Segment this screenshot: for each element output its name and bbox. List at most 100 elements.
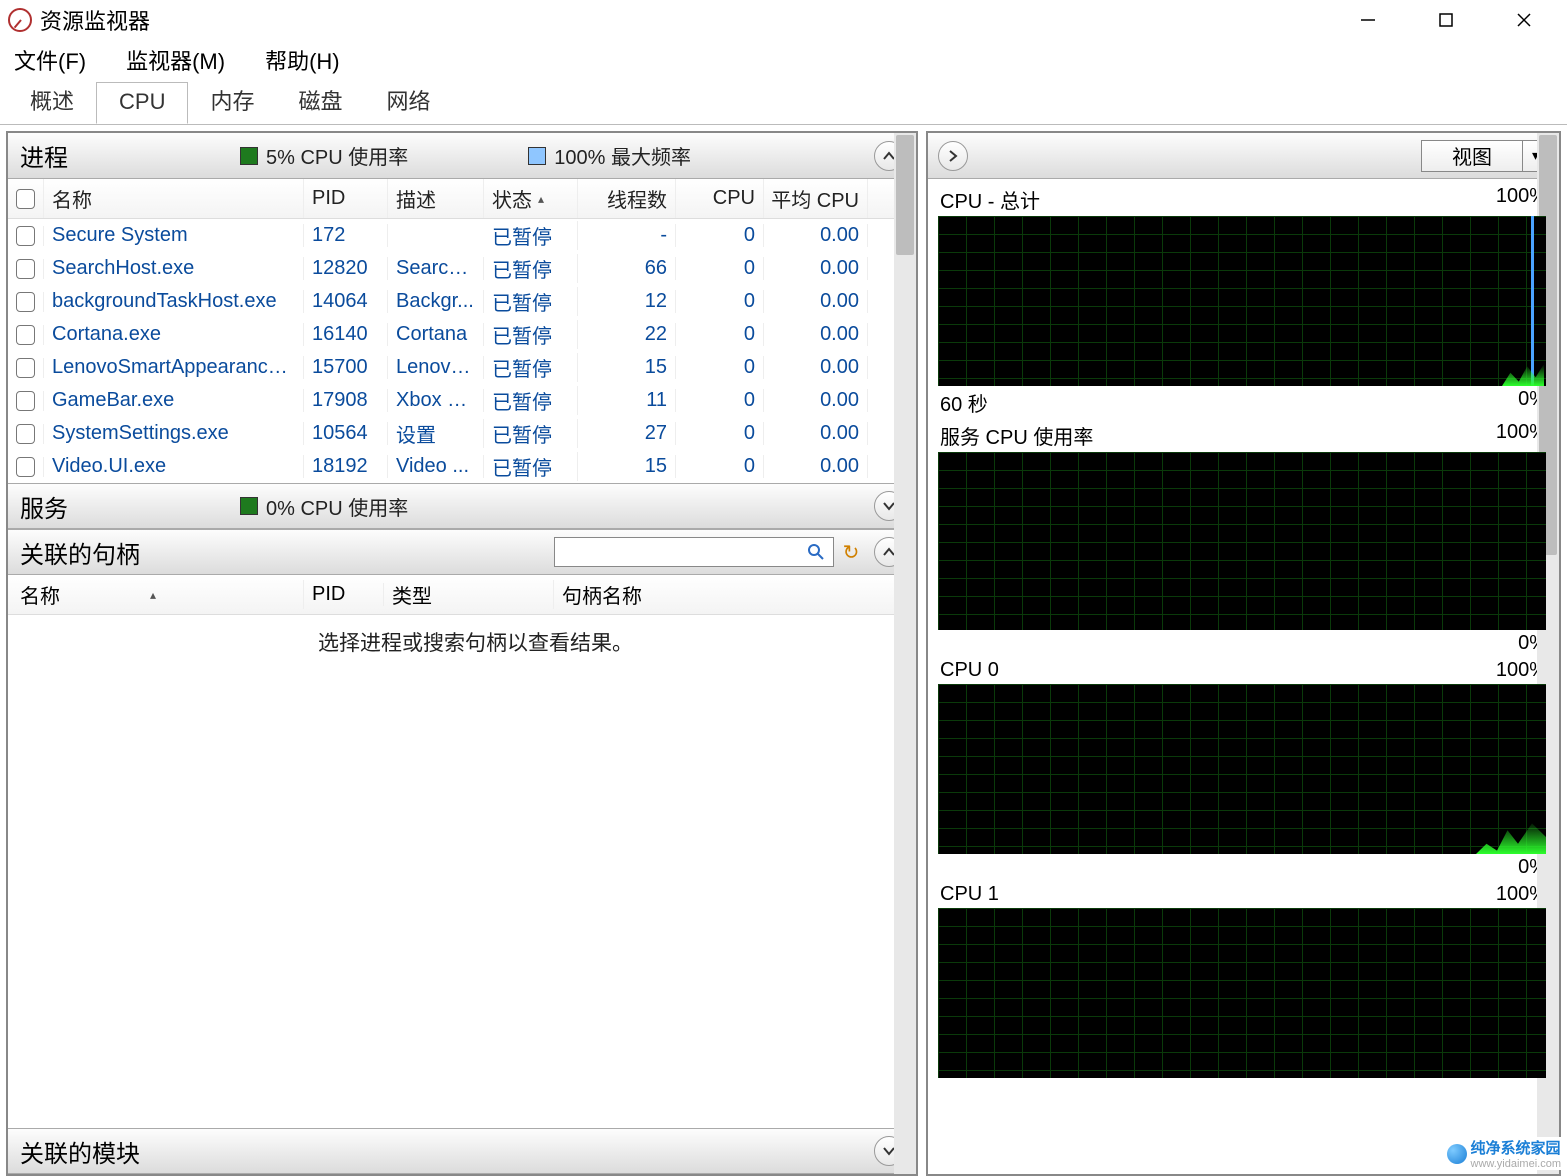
view-dropdown-label: 视图 [1422, 141, 1522, 170]
cell-pid: 17908 [304, 389, 388, 412]
cell-status: 已暂停 [484, 353, 578, 382]
left-scrollbar[interactable] [894, 133, 916, 1174]
table-row[interactable]: SearchHost.exe12820Search...已暂停6600.00 [8, 252, 916, 285]
row-checkbox[interactable] [16, 424, 35, 444]
table-row[interactable]: SystemSettings.exe10564设置已暂停2700.00 [8, 417, 916, 450]
cell-avgcpu: 0.00 [764, 323, 868, 346]
cell-threads: 11 [578, 389, 676, 412]
cell-cpu: 0 [676, 455, 764, 478]
hcol-pid[interactable]: PID [304, 583, 384, 606]
max-freq-swatch-icon [528, 147, 546, 165]
row-checkbox[interactable] [16, 259, 35, 279]
select-all-checkbox[interactable] [16, 189, 35, 209]
left-pane: 进程 5% CPU 使用率 100% 最大频率 名称 PID 描述 状态▴ 线程… [6, 131, 918, 1176]
processes-header[interactable]: 进程 5% CPU 使用率 100% 最大频率 [8, 133, 916, 179]
cell-desc: Lenovo... [388, 356, 484, 379]
close-button[interactable] [1485, 0, 1563, 40]
cell-avgcpu: 0.00 [764, 389, 868, 412]
chart-block: CPU 1100% [938, 883, 1549, 1080]
table-row[interactable]: LenovoSmartAppearance.exe15700Lenovo...已… [8, 351, 916, 384]
window-title: 资源监视器 [40, 4, 150, 36]
col-cpu[interactable]: CPU [676, 179, 764, 218]
hcol-name[interactable]: 名称▴ [8, 580, 304, 609]
cell-name: Cortana.exe [44, 323, 304, 346]
handles-search-input[interactable] [554, 537, 834, 567]
chart-canvas [938, 216, 1546, 386]
cell-desc: Backgr... [388, 290, 484, 313]
table-row[interactable]: Secure System172已暂停-00.00 [8, 219, 916, 252]
cell-name: backgroundTaskHost.exe [44, 290, 304, 313]
cell-name: SystemSettings.exe [44, 422, 304, 445]
cell-cpu: 0 [676, 389, 764, 412]
cell-desc: Search... [388, 257, 484, 280]
row-checkbox[interactable] [16, 358, 35, 378]
tab-cpu[interactable]: CPU [96, 82, 188, 124]
cell-pid: 18192 [304, 455, 388, 478]
table-row[interactable]: Video.UI.exe18192Video ...已暂停1500.00 [8, 450, 916, 483]
minimize-button[interactable] [1329, 0, 1407, 40]
handles-title: 关联的句柄 [20, 535, 140, 570]
processes-table-header: 名称 PID 描述 状态▴ 线程数 CPU 平均 CPU [8, 179, 916, 219]
tab-overview[interactable]: 概述 [8, 78, 96, 124]
cell-status: 已暂停 [484, 221, 578, 250]
tab-disk[interactable]: 磁盘 [276, 78, 364, 124]
cpu-usage-swatch-icon [240, 147, 258, 165]
cell-avgcpu: 0.00 [764, 224, 868, 247]
services-cpu-usage: 0% CPU 使用率 [266, 492, 408, 521]
modules-title: 关联的模块 [20, 1134, 230, 1169]
titlebar: 资源监视器 [0, 0, 1567, 40]
modules-header[interactable]: 关联的模块 [8, 1128, 916, 1174]
maximize-button[interactable] [1407, 0, 1485, 40]
cell-desc: Xbox G... [388, 389, 484, 412]
services-header[interactable]: 服务 0% CPU 使用率 [8, 483, 916, 529]
row-checkbox[interactable] [16, 391, 35, 411]
menu-help[interactable]: 帮助(H) [259, 40, 346, 80]
cell-name: GameBar.exe [44, 389, 304, 412]
view-dropdown[interactable]: 视图 ▾ [1421, 140, 1549, 172]
table-row[interactable]: GameBar.exe17908Xbox G...已暂停1100.00 [8, 384, 916, 417]
processes-cpu-usage: 5% CPU 使用率 [266, 141, 408, 170]
hcol-type[interactable]: 类型 [384, 580, 554, 609]
chart-bottom-left: 60 秒 [940, 388, 988, 417]
cell-avgcpu: 0.00 [764, 422, 868, 445]
app-icon [8, 8, 32, 32]
watermark: 纯净系统家园 www.yidaimei.com [1447, 1137, 1561, 1170]
tab-network[interactable]: 网络 [365, 78, 453, 124]
watermark-brand: 纯净系统家园 [1471, 1137, 1561, 1158]
hcol-hname[interactable]: 句柄名称 [554, 580, 916, 609]
search-icon[interactable] [805, 541, 827, 563]
handles-header[interactable]: 关联的句柄 ↻ [8, 529, 916, 575]
refresh-icon[interactable]: ↻ [840, 541, 862, 563]
cell-avgcpu: 0.00 [764, 455, 868, 478]
cell-threads: - [578, 224, 676, 247]
handles-table-header: 名称▴ PID 类型 句柄名称 [8, 575, 916, 615]
chevron-right-icon [945, 148, 961, 164]
cell-cpu: 0 [676, 356, 764, 379]
menu-monitor[interactable]: 监视器(M) [120, 40, 231, 80]
tab-memory[interactable]: 内存 [188, 78, 276, 124]
cell-name: LenovoSmartAppearance.exe [44, 356, 304, 379]
cell-desc: Cortana [388, 323, 484, 346]
col-pid[interactable]: PID [304, 179, 388, 218]
cell-cpu: 0 [676, 323, 764, 346]
watermark-logo-icon [1447, 1144, 1467, 1164]
cell-pid: 10564 [304, 422, 388, 445]
row-checkbox[interactable] [16, 292, 35, 312]
cell-cpu: 0 [676, 422, 764, 445]
menu-file[interactable]: 文件(F) [8, 40, 92, 80]
cell-cpu: 0 [676, 257, 764, 280]
col-status[interactable]: 状态▴ [484, 179, 578, 218]
col-threads[interactable]: 线程数 [578, 179, 676, 218]
table-row[interactable]: backgroundTaskHost.exe14064Backgr...已暂停1… [8, 285, 916, 318]
col-avgcpu[interactable]: 平均 CPU [764, 179, 868, 218]
chart-title: CPU 1 [940, 883, 999, 906]
row-checkbox[interactable] [16, 325, 35, 345]
row-checkbox[interactable] [16, 226, 35, 246]
chart-block: CPU 0100%0% [938, 659, 1549, 879]
col-name[interactable]: 名称 [44, 179, 304, 218]
col-desc[interactable]: 描述 [388, 179, 484, 218]
row-checkbox[interactable] [16, 457, 35, 477]
table-row[interactable]: Cortana.exe16140Cortana已暂停2200.00 [8, 318, 916, 351]
right-pane-nav-button[interactable] [938, 141, 968, 171]
chart-block: 服务 CPU 使用率100%0% [938, 421, 1549, 655]
